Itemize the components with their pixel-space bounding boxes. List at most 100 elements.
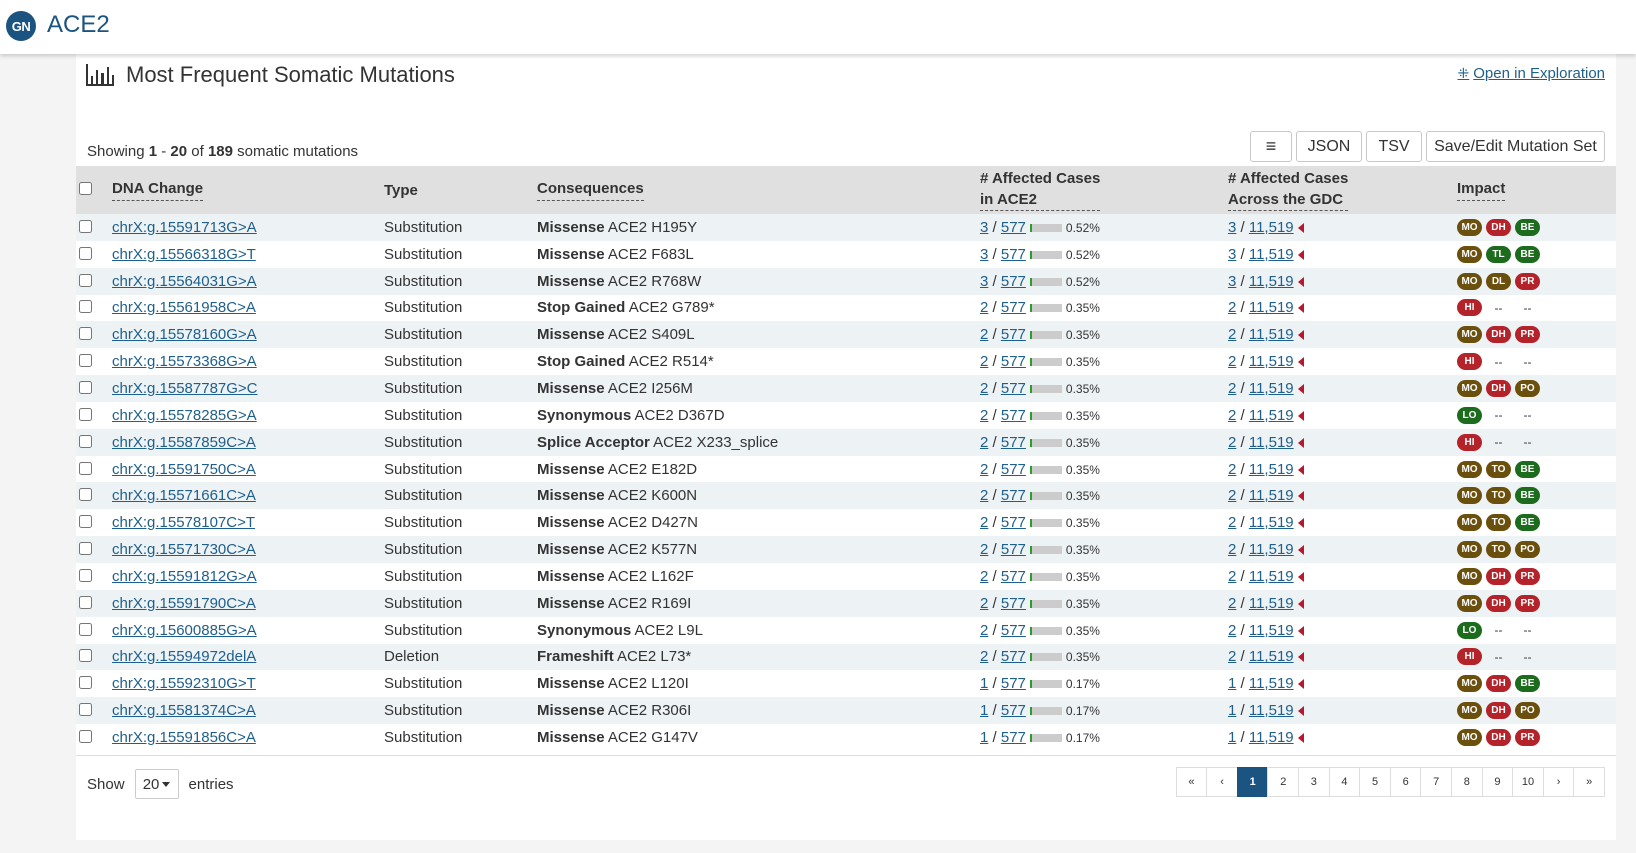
expand-arrow-icon[interactable] — [1297, 598, 1304, 609]
dna-change-link[interactable]: chrX:g.15587787G>C — [112, 380, 258, 397]
gdc-cases-link[interactable]: 2 — [1228, 299, 1236, 316]
gdc-cases-total-link[interactable]: 11,519 — [1249, 380, 1294, 397]
affected-cases-link[interactable]: 2 — [980, 487, 988, 504]
impact-badge[interactable]: LO — [1457, 621, 1482, 639]
row-checkbox[interactable] — [79, 219, 92, 233]
gdc-cases-total-link[interactable]: 11,519 — [1249, 353, 1294, 370]
expand-arrow-icon[interactable] — [1297, 464, 1304, 475]
impact-badge[interactable]: PR — [1515, 326, 1540, 344]
gdc-cases-total-link[interactable]: 11,519 — [1249, 595, 1294, 612]
gdc-cases-total-link[interactable]: 11,519 — [1249, 702, 1294, 719]
expand-arrow-icon[interactable] — [1297, 330, 1304, 341]
affected-cases-link[interactable]: 2 — [980, 353, 988, 370]
impact-badge[interactable]: DH — [1486, 567, 1511, 585]
consequences-header[interactable]: Consequences — [537, 166, 980, 214]
impact-badge[interactable]: TO — [1486, 514, 1511, 532]
expand-arrow-icon[interactable] — [1297, 652, 1304, 663]
impact-badge[interactable]: HI — [1457, 353, 1482, 371]
affected-cases-link[interactable]: 2 — [980, 622, 988, 639]
row-checkbox[interactable] — [79, 300, 92, 314]
gdc-cases-link[interactable]: 2 — [1228, 326, 1236, 343]
page-button[interactable]: 7 — [1420, 767, 1453, 797]
impact-badge[interactable]: MO — [1457, 218, 1482, 236]
gdc-cases-link[interactable]: 2 — [1228, 541, 1236, 558]
row-checkbox[interactable] — [79, 729, 92, 743]
affected-cases-total-link[interactable]: 577 — [1001, 595, 1026, 612]
gdc-cases-total-link[interactable]: 11,519 — [1249, 729, 1294, 746]
impact-badge[interactable]: DH — [1486, 326, 1511, 344]
affected-cases-link[interactable]: 2 — [980, 461, 988, 478]
gdc-cases-total-link[interactable]: 11,519 — [1249, 299, 1294, 316]
impact-badge[interactable]: MO — [1457, 675, 1482, 693]
affected-cases-link[interactable]: 1 — [980, 729, 988, 746]
impact-badge[interactable]: LO — [1457, 406, 1482, 424]
impact-badge[interactable]: TO — [1486, 460, 1511, 478]
affected-cases-link[interactable]: 1 — [980, 702, 988, 719]
row-checkbox[interactable] — [79, 703, 92, 717]
select-all-checkbox[interactable] — [79, 181, 92, 195]
page-button[interactable]: 10 — [1512, 767, 1544, 797]
json-button[interactable]: JSON — [1296, 131, 1362, 162]
affected-cases-total-link[interactable]: 577 — [1001, 729, 1026, 746]
affected-cases-total-link[interactable]: 577 — [1001, 407, 1026, 424]
dna-change-link[interactable]: chrX:g.15578107C>T — [112, 514, 255, 531]
dna-change-link[interactable]: chrX:g.15594972delA — [112, 648, 256, 665]
row-checkbox[interactable] — [79, 622, 92, 636]
gdc-cases-total-link[interactable]: 11,519 — [1249, 461, 1294, 478]
dna-change-link[interactable]: chrX:g.15587859C>A — [112, 434, 256, 451]
gdc-cases-total-link[interactable]: 11,519 — [1249, 434, 1294, 451]
row-checkbox[interactable] — [79, 488, 92, 502]
affected-cases-link[interactable]: 2 — [980, 648, 988, 665]
gdc-cases-link[interactable]: 2 — [1228, 487, 1236, 504]
gdc-cases-link[interactable]: 2 — [1228, 461, 1236, 478]
affected-cases-link[interactable]: 3 — [980, 273, 988, 290]
impact-badge[interactable]: TO — [1486, 541, 1511, 559]
gdc-cases-total-link[interactable]: 11,519 — [1249, 326, 1294, 343]
impact-badge[interactable]: DH — [1486, 675, 1511, 693]
impact-badge[interactable]: PR — [1515, 728, 1540, 746]
gdc-cases-link[interactable]: 3 — [1228, 273, 1236, 290]
dna-change-link[interactable]: chrX:g.15564031G>A — [112, 273, 257, 290]
page-button[interactable]: » — [1573, 767, 1605, 797]
impact-badge[interactable]: BE — [1515, 245, 1540, 263]
row-checkbox[interactable] — [79, 676, 92, 690]
page-button[interactable]: 8 — [1451, 767, 1483, 797]
gdc-cases-total-link[interactable]: 11,519 — [1249, 487, 1294, 504]
affected-cases-total-link[interactable]: 577 — [1001, 487, 1026, 504]
gdc-cases-link[interactable]: 2 — [1228, 568, 1236, 585]
affected-cases-link[interactable]: 2 — [980, 595, 988, 612]
expand-arrow-icon[interactable] — [1297, 276, 1304, 287]
impact-badge[interactable]: HI — [1457, 433, 1482, 451]
row-checkbox[interactable] — [79, 434, 92, 448]
expand-arrow-icon[interactable] — [1297, 545, 1304, 556]
type-header[interactable]: Type — [384, 166, 537, 214]
gdc-cases-link[interactable]: 2 — [1228, 648, 1236, 665]
impact-badge[interactable]: BE — [1515, 218, 1540, 236]
page-button[interactable]: 5 — [1359, 767, 1391, 797]
page-button[interactable]: « — [1175, 767, 1208, 797]
save-edit-mutation-set-button[interactable]: Save/Edit Mutation Set — [1426, 131, 1605, 162]
impact-badge[interactable]: HI — [1457, 299, 1482, 317]
row-checkbox[interactable] — [79, 461, 92, 475]
affected-cases-link[interactable]: 3 — [980, 246, 988, 263]
impact-badge[interactable]: DL — [1486, 272, 1511, 290]
impact-badge[interactable]: TL — [1486, 245, 1511, 263]
affected-cases-link[interactable]: 2 — [980, 380, 988, 397]
row-checkbox[interactable] — [79, 568, 92, 582]
dna-change-link[interactable]: chrX:g.15573368G>A — [112, 353, 257, 370]
dna-change-link[interactable]: chrX:g.15566318G>T — [112, 246, 256, 263]
gdc-cases-total-link[interactable]: 11,519 — [1249, 407, 1294, 424]
impact-badge[interactable]: MO — [1457, 326, 1482, 344]
affected-cases-link[interactable]: 2 — [980, 434, 988, 451]
affected-cases-total-link[interactable]: 577 — [1001, 675, 1026, 692]
expand-arrow-icon[interactable] — [1297, 384, 1304, 395]
row-checkbox[interactable] — [79, 542, 92, 556]
dna-change-link[interactable]: chrX:g.15591790C>A — [112, 595, 256, 612]
dna-change-link[interactable]: chrX:g.15561958C>A — [112, 299, 256, 316]
expand-arrow-icon[interactable] — [1297, 625, 1304, 636]
row-checkbox[interactable] — [79, 273, 92, 287]
expand-arrow-icon[interactable] — [1297, 571, 1304, 582]
affected-cases-total-link[interactable]: 577 — [1001, 380, 1026, 397]
gdc-cases-link[interactable]: 2 — [1228, 514, 1236, 531]
row-checkbox[interactable] — [79, 327, 92, 341]
